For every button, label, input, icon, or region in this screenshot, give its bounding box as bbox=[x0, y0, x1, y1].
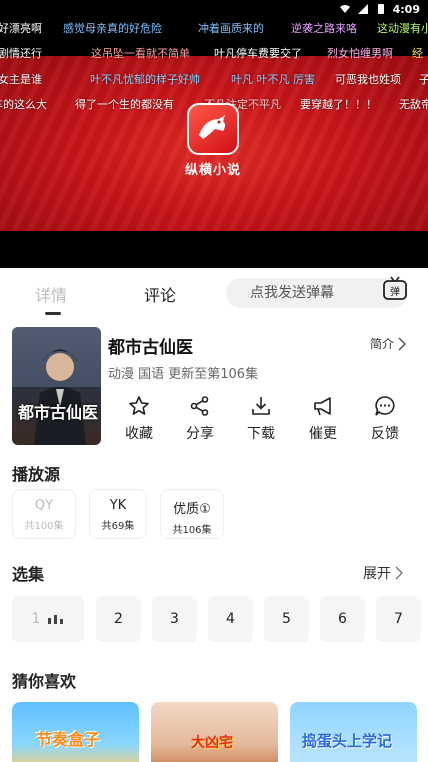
share-button[interactable]: 分享 bbox=[175, 395, 225, 443]
danmaku-text: 女主是谁 bbox=[0, 73, 42, 86]
source-option[interactable]: YK 共69集 bbox=[89, 489, 147, 539]
danmaku-toggle-icon[interactable]: 弹 bbox=[382, 276, 408, 302]
recommend-card[interactable]: 节奏盒子 bbox=[12, 702, 139, 762]
logo-text: 纵横小说 bbox=[184, 163, 241, 178]
recommend-card[interactable]: 大凶宅 bbox=[151, 702, 278, 762]
danmaku-text: 经 bbox=[412, 47, 423, 60]
source-count: 共106集 bbox=[172, 525, 212, 536]
recommend-card-title: 捣蛋头上学记 bbox=[302, 732, 393, 750]
megaphone-icon bbox=[314, 397, 331, 416]
chevron-right-icon bbox=[398, 336, 407, 351]
episode-button[interactable]: 7 bbox=[376, 596, 421, 642]
danmaku-text: 车的这么大 bbox=[0, 98, 47, 111]
cover-title-text: 都市古仙医 bbox=[18, 403, 99, 422]
star-icon bbox=[129, 396, 149, 415]
danmaku-text: 剧情还行 bbox=[0, 47, 42, 60]
episode-number: 1 bbox=[31, 611, 41, 627]
expand-episodes-button[interactable]: 展开 bbox=[363, 563, 403, 583]
source-name: QY bbox=[34, 498, 54, 513]
danmaku-text: 这动漫有小 bbox=[377, 22, 428, 35]
tab-bar: 详情 评论 点我发送弹幕 弹 bbox=[0, 268, 428, 320]
playing-indicator-icon bbox=[48, 615, 64, 624]
action-bar: 收藏 分享 下载 催更 反馈 bbox=[114, 395, 414, 447]
danmaku-text: 可恶我也姓项 bbox=[335, 73, 401, 86]
favorite-button[interactable]: 收藏 bbox=[114, 395, 164, 443]
urge-update-label: 催更 bbox=[309, 426, 337, 442]
episode-button-playing[interactable]: 1 bbox=[12, 596, 84, 642]
app-logo: 纵横小说 bbox=[183, 103, 243, 179]
danmaku-text: 感觉母亲真的好危险 bbox=[63, 22, 162, 35]
danmaku-row: 剧情还行 这吊坠一看就不简单 叶凡停车费要交了 烈女怕缠男啊 经 bbox=[0, 45, 428, 67]
episode-button[interactable]: 2 bbox=[96, 596, 141, 642]
expand-label: 展开 bbox=[363, 566, 391, 582]
episode-list: 1 2 3 4 5 6 7 bbox=[0, 596, 428, 642]
chevron-right-icon bbox=[395, 566, 403, 580]
recommend-title: 猜你喜欢 bbox=[12, 672, 77, 691]
feedback-label: 反馈 bbox=[371, 426, 399, 442]
source-option[interactable]: 优质① 共106集 bbox=[160, 489, 224, 539]
video-player[interactable]: 4:09 好漂亮啊 感觉母亲真的好危险 冲着画质来的 逆袭之路来咯 这动漫有小 … bbox=[0, 0, 428, 268]
danmaku-text: 这吊坠一看就不简单 bbox=[91, 47, 190, 60]
source-count: 共100集 bbox=[24, 521, 64, 532]
episode-button[interactable]: 5 bbox=[264, 596, 309, 642]
favorite-label: 收藏 bbox=[125, 426, 153, 442]
recommend-card-title: 大凶宅 bbox=[191, 735, 233, 751]
tab-indicator bbox=[45, 312, 61, 315]
share-icon bbox=[190, 396, 209, 416]
danmaku-row: 好漂亮啊 感觉母亲真的好危险 冲着画质来的 逆袭之路来咯 这动漫有小 bbox=[0, 20, 428, 42]
danmaku-text: 叶不凡忧郁的样子好帅 bbox=[90, 73, 200, 86]
source-count: 共69集 bbox=[101, 521, 135, 532]
tab-comment[interactable]: 评论 bbox=[144, 282, 176, 306]
danmaku-text: 冲着画质来的 bbox=[198, 22, 264, 35]
horse-logo-icon bbox=[187, 103, 239, 155]
tab-detail[interactable]: 详情 bbox=[35, 282, 67, 306]
urge-update-button[interactable]: 催更 bbox=[298, 395, 348, 443]
wifi-icon bbox=[339, 5, 350, 13]
danmaku-text: 子 bbox=[419, 73, 428, 86]
source-option[interactable]: QY 共100集 bbox=[12, 489, 76, 539]
danmaku-send-input[interactable]: 点我发送弹幕 弹 bbox=[226, 276, 408, 308]
sources-title: 播放源 bbox=[12, 465, 61, 484]
download-button[interactable]: 下载 bbox=[236, 395, 286, 443]
danmaku-text: 叶凡 叶不凡 厉害 bbox=[231, 73, 315, 86]
danmaku-placeholder: 点我发送弹幕 bbox=[250, 285, 334, 301]
feedback-button[interactable]: 反馈 bbox=[360, 395, 410, 443]
episodes-title: 选集 bbox=[12, 565, 45, 584]
chat-icon bbox=[375, 396, 395, 416]
battery-icon bbox=[377, 4, 384, 14]
show-cover-image[interactable]: 都市古仙医 bbox=[12, 327, 101, 445]
danmaku-text: 要穿越了！！！ bbox=[300, 98, 377, 111]
episode-button[interactable]: 6 bbox=[320, 596, 365, 642]
download-label: 下载 bbox=[247, 426, 275, 442]
signal-icon bbox=[357, 4, 368, 14]
recommend-card-title: 节奏盒子 bbox=[36, 730, 101, 749]
episode-button[interactable]: 3 bbox=[152, 596, 197, 642]
download-icon bbox=[252, 397, 270, 415]
recommend-card[interactable]: 捣蛋头上学记 bbox=[290, 702, 417, 762]
danmaku-text: 叶凡停车费要交了 bbox=[214, 47, 302, 60]
danmaku-text: 逆袭之路来咯 bbox=[291, 22, 357, 35]
danmaku-row: 女主是谁 叶不凡忧郁的样子好帅 叶凡 叶不凡 厉害 可恶我也姓项 子 bbox=[0, 71, 428, 93]
show-meta: 动漫 国语 更新至第106集 bbox=[108, 367, 259, 382]
intro-label: 简介 bbox=[370, 337, 395, 351]
share-label: 分享 bbox=[186, 426, 214, 442]
episode-button[interactable]: 4 bbox=[208, 596, 253, 642]
danmaku-text: 烈女怕缠男啊 bbox=[327, 47, 393, 60]
danmaku-text: 无敌帝 bbox=[399, 98, 428, 111]
danmaku-text: 得了一个生的都没有 bbox=[75, 98, 174, 111]
svg-text:弹: 弹 bbox=[390, 285, 400, 298]
intro-button[interactable]: 简介 bbox=[370, 335, 407, 352]
source-name: 优质① bbox=[173, 502, 211, 517]
status-time: 4:09 bbox=[392, 2, 420, 16]
show-title: 都市古仙医 bbox=[108, 338, 193, 358]
status-bar: 4:09 bbox=[339, 0, 428, 18]
source-name: YK bbox=[109, 498, 127, 513]
danmaku-text: 好漂亮啊 bbox=[0, 22, 42, 35]
